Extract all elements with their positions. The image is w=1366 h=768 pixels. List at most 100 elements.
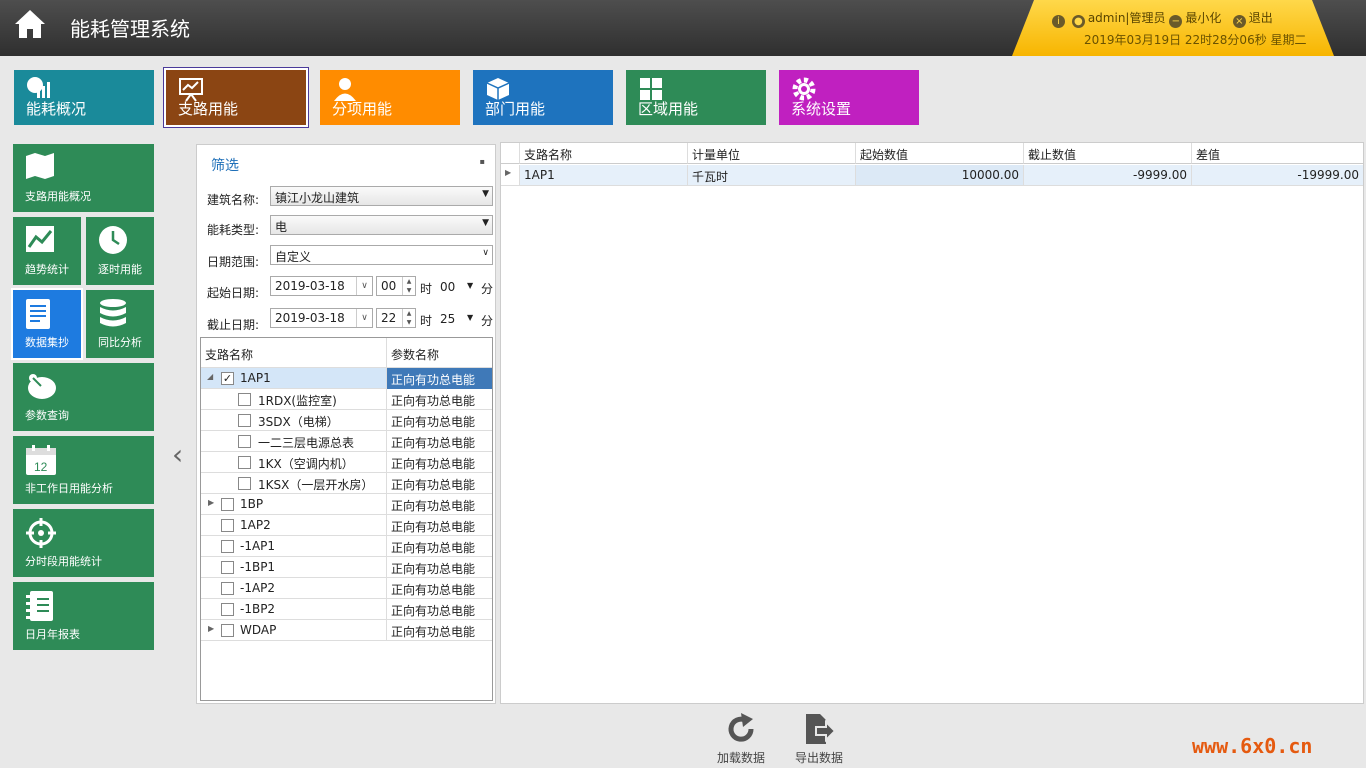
tree-row-name: 1RDX(监控室)	[258, 394, 337, 408]
nav-area-energy[interactable]: 区域用能	[626, 70, 766, 125]
tree-row-param: 正向有功总电能	[386, 473, 492, 494]
side-label: 趋势统计	[25, 263, 69, 276]
checkbox[interactable]	[221, 603, 234, 616]
side-label: 日月年报表	[25, 628, 80, 641]
chevron-down-icon[interactable]: ∨	[356, 277, 372, 295]
exit-button[interactable]: 退出	[1249, 11, 1273, 25]
side-label: 同比分析	[98, 336, 142, 349]
side-trend[interactable]: 趋势统计	[13, 217, 81, 285]
nav-energy-overview[interactable]: 能耗概况	[14, 70, 154, 125]
grid-cell[interactable]: -19999.00	[1192, 165, 1363, 186]
row-pointer-icon[interactable]: ▶	[501, 165, 520, 186]
home-icon[interactable]	[12, 6, 48, 42]
date-range-select[interactable]: 自定义 ∨	[270, 245, 493, 265]
date-range-value: 自定义	[275, 250, 312, 264]
spinner-arrows-icon[interactable]: ▲ ▼	[402, 309, 415, 327]
database-icon	[100, 299, 126, 327]
side-yoy[interactable]: 同比分析	[86, 290, 154, 358]
date-range-label: 日期范围:	[207, 255, 260, 269]
nav-branch-energy[interactable]: 支路用能	[164, 68, 308, 127]
side-time-period[interactable]: 分时段用能统计	[13, 509, 154, 577]
grid-header[interactable]: 差值	[1192, 143, 1363, 164]
tree-row[interactable]: ▶ 1BP 正向有功总电能	[201, 494, 492, 515]
end-hour-spinner[interactable]: 22 ▲ ▼	[376, 308, 416, 328]
checkbox[interactable]	[221, 582, 234, 595]
nav-system-settings[interactable]: 系统设置	[779, 70, 919, 125]
tree-row-param: 正向有功总电能	[386, 599, 492, 620]
checkbox[interactable]	[238, 393, 251, 406]
tree-row[interactable]: 1KX（空调内机） 正向有功总电能	[201, 452, 492, 473]
nav-department-energy[interactable]: 部门用能	[473, 70, 613, 125]
side-report[interactable]: 日月年报表	[13, 582, 154, 650]
map-icon	[26, 153, 54, 179]
side-param-query[interactable]: 参数查询	[13, 363, 154, 431]
checkbox-checked[interactable]: ✓	[221, 372, 234, 385]
load-data-button[interactable]: 加载数据	[711, 712, 771, 766]
grid-cell[interactable]: 千瓦时	[688, 165, 856, 186]
chevron-down-icon[interactable]: ▼	[467, 313, 473, 322]
app-title: 能耗管理系统	[70, 17, 190, 41]
nav-item-energy[interactable]: 分项用能	[320, 70, 460, 125]
tree-header-branch[interactable]: 支路名称	[201, 338, 386, 368]
tree-row-name: -1AP1	[240, 539, 276, 553]
tree-row[interactable]: -1AP1 正向有功总电能	[201, 536, 492, 557]
tree-row[interactable]: 1KSX（一层开水房） 正向有功总电能	[201, 473, 492, 494]
tree-row[interactable]: -1AP2 正向有功总电能	[201, 578, 492, 599]
building-select[interactable]: 镇江小龙山建筑 ▼	[270, 186, 493, 206]
filter-title: 筛选	[211, 158, 239, 174]
checkbox[interactable]	[221, 519, 234, 532]
checkbox[interactable]	[221, 540, 234, 553]
grid-header[interactable]: 计量单位	[688, 143, 856, 164]
checkbox[interactable]	[238, 477, 251, 490]
tree-row[interactable]: -1BP1 正向有功总电能	[201, 557, 492, 578]
side-data-collection[interactable]: 数据集抄	[11, 288, 83, 360]
export-data-button[interactable]: 导出数据	[789, 712, 849, 766]
minimize-button[interactable]: 最小化	[1185, 11, 1221, 25]
side-nonworkday[interactable]: 12 非工作日用能分析	[13, 436, 154, 504]
grid-cell[interactable]: 10000.00	[856, 165, 1024, 186]
collapsed-arrow-icon[interactable]: ▶	[208, 498, 214, 507]
tree-row[interactable]: 3SDX（电梯） 正向有功总电能	[201, 410, 492, 431]
tree-row[interactable]: 1RDX(监控室) 正向有功总电能	[201, 389, 492, 410]
chevron-down-icon[interactable]: ∨	[356, 309, 372, 327]
collapse-chevron-icon[interactable]: ‹	[172, 438, 183, 471]
start-hour-spinner[interactable]: 00 ▲ ▼	[376, 276, 416, 296]
grid-header[interactable]: 起始数值	[856, 143, 1024, 164]
tree-row-param: 正向有功总电能	[386, 494, 492, 515]
spinner-arrows-icon[interactable]: ▲ ▼	[402, 277, 415, 295]
grid-cell[interactable]: 1AP1	[520, 165, 688, 186]
checkbox[interactable]	[221, 624, 234, 637]
info-icon[interactable]: i	[1052, 15, 1065, 28]
tree-row[interactable]: ▶ WDAP 正向有功总电能	[201, 620, 492, 641]
end-minute-select[interactable]: 25	[440, 312, 455, 326]
pin-icon[interactable]: ▪	[480, 157, 485, 166]
grid-header[interactable]: 支路名称	[520, 143, 688, 164]
side-hourly[interactable]: 逐时用能	[86, 217, 154, 285]
collapsed-arrow-icon[interactable]: ▶	[208, 624, 214, 633]
grid-header[interactable]: 截止数值	[1024, 143, 1192, 164]
start-minute-select[interactable]: 00	[440, 280, 455, 294]
start-date-picker[interactable]: 2019-03-18 ∨	[270, 276, 373, 296]
tree-header-param[interactable]: 参数名称	[386, 338, 492, 368]
tree-row[interactable]: -1BP2 正向有功总电能	[201, 599, 492, 620]
checkbox[interactable]	[221, 498, 234, 511]
checkbox[interactable]	[221, 561, 234, 574]
close-icon[interactable]: ×	[1232, 15, 1246, 28]
tree-row[interactable]: 1AP2 正向有功总电能	[201, 515, 492, 536]
checkbox[interactable]	[238, 435, 251, 448]
tree-row-param: 正向有功总电能	[386, 515, 492, 536]
energy-type-select[interactable]: 电 ▼	[270, 215, 493, 235]
tree-row-param: 正向有功总电能	[386, 452, 492, 473]
chevron-down-icon[interactable]: ▼	[467, 281, 473, 290]
tree-row[interactable]: 一二三层电源总表 正向有功总电能	[201, 431, 492, 452]
minimize-icon[interactable]: −	[1169, 15, 1183, 28]
grid-cell[interactable]: -9999.00	[1024, 165, 1192, 186]
end-date-picker[interactable]: 2019-03-18 ∨	[270, 308, 373, 328]
side-label: 数据集抄	[25, 336, 69, 349]
side-branch-overview[interactable]: 支路用能概况	[13, 144, 154, 212]
checkbox[interactable]	[238, 414, 251, 427]
checkbox[interactable]	[238, 456, 251, 469]
tree-row-param: 正向有功总电能	[386, 368, 492, 389]
tree-row[interactable]: ◢ ✓ 1AP1 正向有功总电能	[201, 368, 492, 389]
expanded-arrow-icon[interactable]: ◢	[207, 372, 213, 381]
